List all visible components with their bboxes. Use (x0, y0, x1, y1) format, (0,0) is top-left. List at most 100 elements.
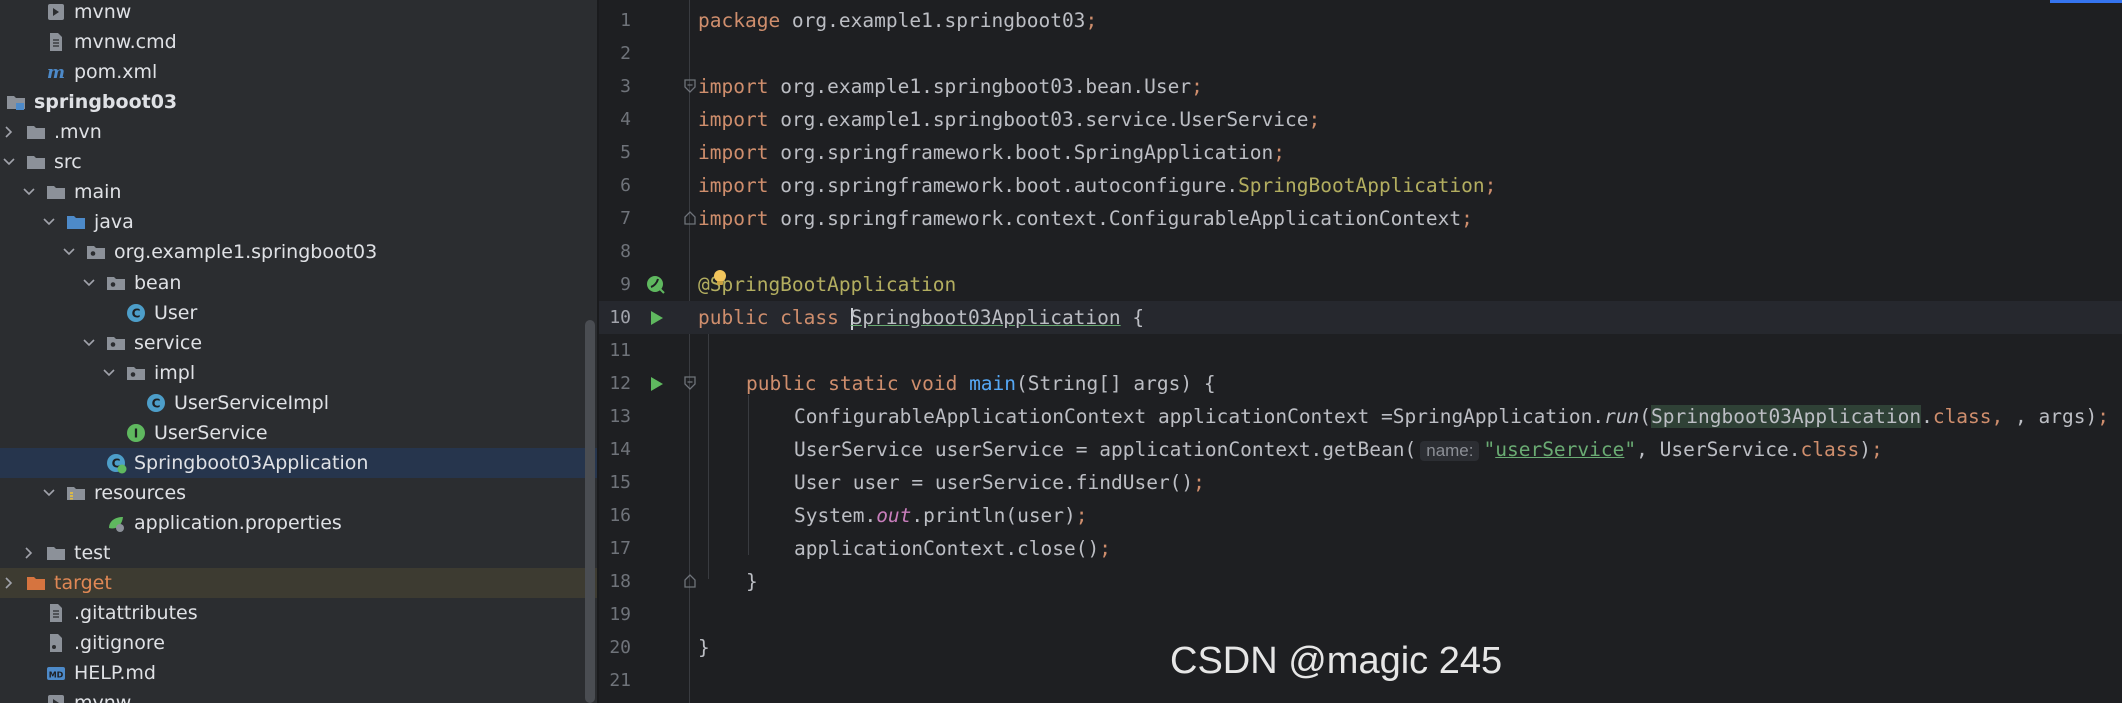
class-name: Springboot03Application (850, 306, 1121, 329)
tree-scrollbar[interactable] (585, 320, 595, 703)
tree-item[interactable]: C User (0, 298, 597, 328)
line-number: 8 (620, 241, 631, 262)
tree-item-label: mvnw (74, 1, 132, 24)
chevron-down-icon[interactable] (98, 358, 120, 388)
lightbulb-icon[interactable] (711, 269, 729, 287)
tree-item[interactable]: C Springboot03Application (0, 447, 597, 478)
fold-marker-icon[interactable] (683, 79, 697, 93)
line-number: 12 (609, 373, 631, 394)
code-line-15[interactable]: 15 User user = userService.findUser(); (599, 466, 2122, 499)
tree-item[interactable]: I UserService (0, 418, 597, 448)
tree-item[interactable]: mvnw (0, 688, 597, 703)
tree-item[interactable]: mvnw (0, 0, 597, 27)
code-line-6[interactable]: 6 import org.springframework.boot.autoco… (599, 169, 2122, 202)
code-line-4[interactable]: 4 import org.example1.springboot03.servi… (599, 103, 2122, 136)
chevron-right-icon[interactable] (18, 538, 40, 568)
text-file-icon (44, 601, 68, 625)
chevron-down-icon[interactable] (58, 237, 80, 267)
chevron-down-icon[interactable] (78, 328, 100, 358)
tree-item[interactable]: bean (0, 268, 597, 298)
tree-item-label: springboot03 (34, 91, 178, 114)
code-line-9[interactable]: 9 @SpringBootApplication (599, 268, 2122, 301)
code-line-12[interactable]: 12 public static void main(String[] args… (599, 367, 2122, 400)
code-line-1[interactable]: 1 package org.example1.springboot03; (599, 4, 2122, 37)
chevron-down-icon[interactable] (78, 268, 100, 298)
tree-item[interactable]: test (0, 538, 597, 568)
code-line-16[interactable]: 16 System.out.println(user); (599, 499, 2122, 532)
excluded-folder-icon (24, 571, 48, 595)
svg-text:MD: MD (49, 671, 64, 680)
line-number: 11 (609, 340, 631, 361)
fold-marker-icon[interactable] (683, 376, 697, 390)
tree-item[interactable]: resources (0, 478, 597, 508)
tree-item[interactable]: target (0, 568, 597, 599)
tree-item[interactable]: .mvn (0, 117, 597, 147)
line-number: 18 (609, 571, 631, 592)
code-line-10[interactable]: 10 public class Springboot03Application … (599, 301, 2122, 334)
code-line-3[interactable]: 3 import org.example1.springboot03.bean.… (599, 70, 2122, 103)
tree-item[interactable]: impl (0, 358, 597, 388)
chevron-right-icon[interactable] (0, 117, 20, 147)
folder-icon (24, 120, 48, 144)
package-icon (104, 271, 128, 295)
tree-item[interactable]: m pom.xml (0, 57, 597, 87)
tree-item[interactable]: main (0, 177, 597, 207)
tree-item-label: src (54, 151, 82, 174)
tree-item-label: test (74, 542, 111, 565)
line-number: 10 (609, 307, 631, 328)
chevron-down-icon[interactable] (0, 147, 20, 177)
tree-item[interactable]: mvnw.cmd (0, 27, 597, 57)
spring-bean-gutter-icon[interactable] (645, 274, 667, 296)
tree-item[interactable]: src (0, 147, 597, 177)
tree-item[interactable]: MD HELP.md (0, 658, 597, 688)
chevron-down-icon[interactable] (18, 177, 40, 207)
code-line-17[interactable]: 17 applicationContext.close(); (599, 532, 2122, 565)
text-file-icon (44, 30, 68, 54)
code-editor[interactable]: 1 package org.example1.springboot03; 2 3… (599, 0, 2122, 703)
line-number: 13 (609, 406, 631, 427)
line-number: 16 (609, 505, 631, 526)
chevron-down-icon[interactable] (38, 478, 60, 508)
tree-item-label: mvnw.cmd (74, 31, 177, 54)
tree-item-label: bean (134, 271, 182, 294)
tree-item[interactable]: java (0, 207, 597, 237)
code-line-8[interactable]: 8 (599, 235, 2122, 268)
chevron-right-icon[interactable] (0, 568, 20, 598)
code-line-11[interactable]: 11 (599, 334, 2122, 367)
code-line-19[interactable]: 19 (599, 598, 2122, 631)
tree-item[interactable]: .gitattributes (0, 598, 597, 628)
code-line-2[interactable]: 2 (599, 37, 2122, 70)
tree-item[interactable]: org.example1.springboot03 (0, 237, 597, 267)
code-line-7[interactable]: 7 import org.springframework.context.Con… (599, 202, 2122, 235)
class-icon: C (144, 391, 168, 415)
code-line-5[interactable]: 5 import org.springframework.boot.Spring… (599, 136, 2122, 169)
package-icon (104, 331, 128, 355)
tree-item[interactable]: C UserServiceImpl (0, 388, 597, 418)
line-number: 17 (609, 538, 631, 559)
code-line-18[interactable]: 18 } (599, 565, 2122, 598)
run-gutter-icon[interactable] (645, 373, 667, 395)
markdown-icon: MD (44, 661, 68, 685)
run-gutter-icon[interactable] (645, 307, 667, 329)
tree-item-label: User (154, 301, 198, 324)
tree-item[interactable]: .gitignore (0, 628, 597, 658)
fold-end-marker-icon[interactable] (683, 574, 697, 588)
tree-item-label: mvnw (74, 692, 131, 703)
tree-item[interactable]: springboot03 (0, 87, 597, 117)
tree-item[interactable]: application.properties (0, 508, 597, 538)
code-line-14[interactable]: 14 UserService userService = application… (599, 433, 2122, 466)
tree-item[interactable]: service (0, 328, 597, 358)
project-tree-panel: mvnw mvnw.cmd m pom.xml springboot03 .mvn src m… (0, 0, 597, 703)
code-line-13[interactable]: 13 ConfigurableApplicationContext applic… (599, 400, 2122, 433)
line-number: 1 (620, 10, 631, 31)
source-folder-icon (64, 210, 88, 234)
line-number: 21 (609, 670, 631, 691)
fold-end-marker-icon[interactable] (683, 211, 697, 225)
tree-item-label: impl (154, 361, 196, 384)
chevron-down-icon[interactable] (38, 207, 60, 237)
